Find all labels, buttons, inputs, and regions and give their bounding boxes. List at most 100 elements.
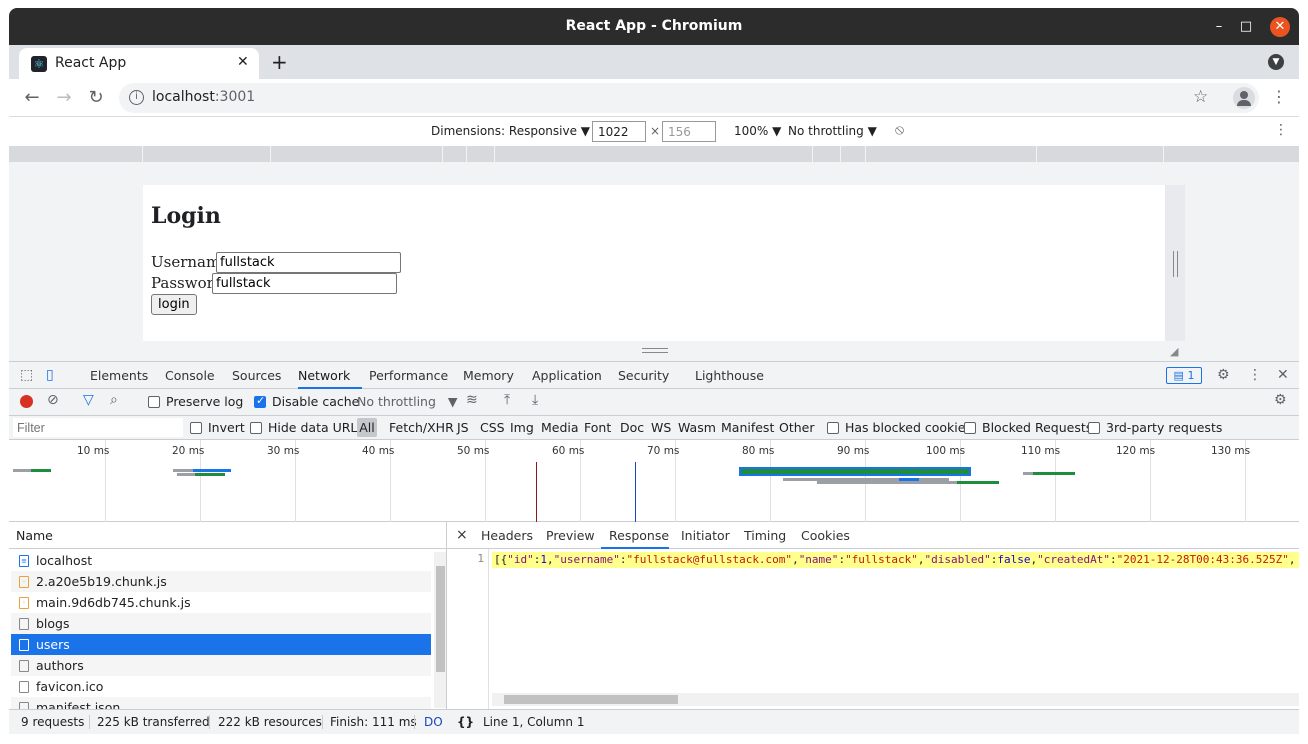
tab-sources[interactable]: Sources xyxy=(232,368,281,383)
tab-response[interactable]: Response xyxy=(609,528,669,543)
devtools-close-icon[interactable]: ✕ xyxy=(1277,367,1289,383)
invert-checkbox[interactable]: Invert xyxy=(190,420,245,435)
request-row-main-chunk[interactable]: ◦ main.9d6db745.chunk.js xyxy=(11,592,431,613)
resize-handle-corner[interactable]: ◢ xyxy=(1170,345,1178,358)
throttling-dropdown[interactable]: No throttling ▼ xyxy=(788,124,877,138)
filter-type-js[interactable]: JS xyxy=(457,420,469,435)
request-row-localhost[interactable]: ≡ localhost xyxy=(11,550,431,571)
dimensions-dropdown[interactable]: Dimensions: Responsive ▼ xyxy=(431,124,590,138)
search-icon[interactable]: ⌕ xyxy=(110,392,118,408)
record-icon[interactable] xyxy=(20,395,33,408)
resize-handle-bottom[interactable] xyxy=(642,348,668,353)
maximize-icon[interactable]: □ xyxy=(1236,17,1256,37)
tab-security[interactable]: Security xyxy=(618,368,669,383)
filter-type-ws[interactable]: WS xyxy=(651,420,671,435)
new-tab-button[interactable]: + xyxy=(271,50,288,74)
filter-funnel-icon[interactable]: ▽ xyxy=(83,392,94,408)
tab-network[interactable]: Network xyxy=(298,368,350,383)
device-more-icon[interactable]: ⋮ xyxy=(1274,122,1288,138)
third-party-checkbox[interactable]: 3rd-party requests xyxy=(1088,420,1222,435)
clear-icon[interactable]: ⊘ xyxy=(47,392,59,408)
network-throttling-dropdown[interactable]: No throttling ▼ xyxy=(357,394,457,409)
profile-avatar-icon[interactable] xyxy=(1233,87,1255,109)
forward-icon[interactable]: → xyxy=(53,87,75,108)
pretty-print-icon[interactable]: {} xyxy=(457,715,474,729)
filter-type-font[interactable]: Font xyxy=(584,420,611,435)
request-row-favicon[interactable]: favicon.ico xyxy=(11,676,431,697)
window-titlebar: React App - Chromium – □ ✕ xyxy=(9,8,1299,45)
tab-memory[interactable]: Memory xyxy=(463,368,514,383)
tab-application[interactable]: Application xyxy=(532,368,602,383)
tab-cookies[interactable]: Cookies xyxy=(801,528,850,543)
network-timeline-overview[interactable]: 10 ms 20 ms 30 ms 40 ms 50 ms 60 ms 70 m… xyxy=(9,440,1299,522)
request-row-users[interactable]: users xyxy=(11,634,431,655)
request-row-blogs[interactable]: blogs xyxy=(11,613,431,634)
window-close-icon[interactable]: ✕ xyxy=(1270,17,1290,37)
device-toggle-icon[interactable]: ▯ xyxy=(46,367,54,383)
details-close-icon[interactable]: × xyxy=(456,527,468,543)
request-row-authors[interactable]: authors xyxy=(11,655,431,676)
script-icon: ◦ xyxy=(19,576,29,588)
request-list-scrollbar[interactable] xyxy=(434,552,446,708)
rotate-icon[interactable]: ⦸ xyxy=(895,122,904,138)
tab-console[interactable]: Console xyxy=(165,368,215,383)
tab-preview[interactable]: Preview xyxy=(546,528,595,543)
filter-type-manifest[interactable]: Manifest xyxy=(721,420,774,435)
request-row-chunk-2[interactable]: ◦ 2.a20e5b19.chunk.js xyxy=(11,571,431,592)
response-json-line[interactable]: [{"id":1,"username":"fullstack@fullstack… xyxy=(492,552,1299,568)
settings-gear-icon[interactable]: ⚙ xyxy=(1217,367,1230,383)
tab-elements[interactable]: Elements xyxy=(90,368,148,383)
filter-type-fetch-xhr[interactable]: Fetch/XHR xyxy=(389,420,454,435)
filter-type-css[interactable]: CSS xyxy=(480,420,505,435)
hide-data-urls-checkbox[interactable]: Hide data URLs xyxy=(250,420,364,435)
filter-type-doc[interactable]: Doc xyxy=(620,420,644,435)
minimize-icon[interactable]: – xyxy=(1209,17,1229,37)
export-har-icon[interactable]: ⤓ xyxy=(532,392,538,408)
username-input[interactable] xyxy=(216,252,401,273)
height-input[interactable]: 156 xyxy=(662,121,716,142)
scrollbar-thumb[interactable] xyxy=(436,566,445,672)
back-icon[interactable]: ← xyxy=(21,87,43,108)
tab-search-icon[interactable]: ▼ xyxy=(1268,54,1284,70)
tab-lighthouse[interactable]: Lighthouse xyxy=(695,368,764,383)
site-info-icon[interactable]: i xyxy=(129,90,144,105)
inspect-element-icon[interactable]: ⬚ xyxy=(20,367,33,383)
filter-type-img[interactable]: Img xyxy=(510,420,534,435)
media-query-ruler[interactable] xyxy=(9,146,1299,162)
width-input[interactable]: 1022 xyxy=(592,121,646,142)
tab-initiator[interactable]: Initiator xyxy=(681,528,730,543)
login-button[interactable]: login xyxy=(151,294,197,315)
timeline-bar xyxy=(177,473,195,476)
bookmark-star-icon[interactable]: ☆ xyxy=(1193,87,1208,107)
network-conditions-icon[interactable]: ≋ xyxy=(466,392,478,408)
devtools-more-icon[interactable]: ⋮ xyxy=(1248,367,1262,383)
filter-type-all[interactable]: All xyxy=(357,418,377,437)
disable-cache-checkbox[interactable]: Disable cache xyxy=(254,394,359,409)
browser-menu-icon[interactable]: ⋮ xyxy=(1271,87,1287,106)
tab-close-icon[interactable]: ✕ xyxy=(237,54,249,70)
resize-handle-right[interactable] xyxy=(1173,251,1178,277)
zoom-dropdown[interactable]: 100% ▼ xyxy=(734,124,781,138)
password-input[interactable] xyxy=(212,273,397,294)
network-settings-icon[interactable]: ⚙ xyxy=(1274,392,1287,408)
window-title: React App - Chromium xyxy=(565,18,743,34)
name-column-header[interactable]: Name xyxy=(9,522,446,549)
filter-type-other[interactable]: Other xyxy=(779,420,815,435)
tab-performance[interactable]: Performance xyxy=(369,368,448,383)
filter-input[interactable] xyxy=(13,418,183,437)
request-row-manifest[interactable]: manifest.json xyxy=(11,697,431,709)
tab-timing[interactable]: Timing xyxy=(744,528,786,543)
issues-badge[interactable]: ▤ 1 xyxy=(1166,367,1202,384)
address-bar[interactable]: i localhost:3001 xyxy=(119,83,1259,113)
import-har-icon[interactable]: ⤒ xyxy=(504,392,510,408)
response-horizontal-scrollbar[interactable] xyxy=(492,693,1299,706)
filter-type-media[interactable]: Media xyxy=(541,420,579,435)
filter-type-wasm[interactable]: Wasm xyxy=(678,420,716,435)
browser-tab[interactable]: ⚛ React App ✕ xyxy=(19,48,259,79)
scrollbar-thumb[interactable] xyxy=(504,695,678,704)
blocked-requests-checkbox[interactable]: Blocked Requests xyxy=(964,420,1092,435)
reload-icon[interactable]: ↻ xyxy=(85,87,107,108)
tab-headers[interactable]: Headers xyxy=(481,528,533,543)
preserve-log-checkbox[interactable]: Preserve log xyxy=(148,394,243,409)
has-blocked-cookies-checkbox[interactable]: Has blocked cookies xyxy=(827,420,972,435)
